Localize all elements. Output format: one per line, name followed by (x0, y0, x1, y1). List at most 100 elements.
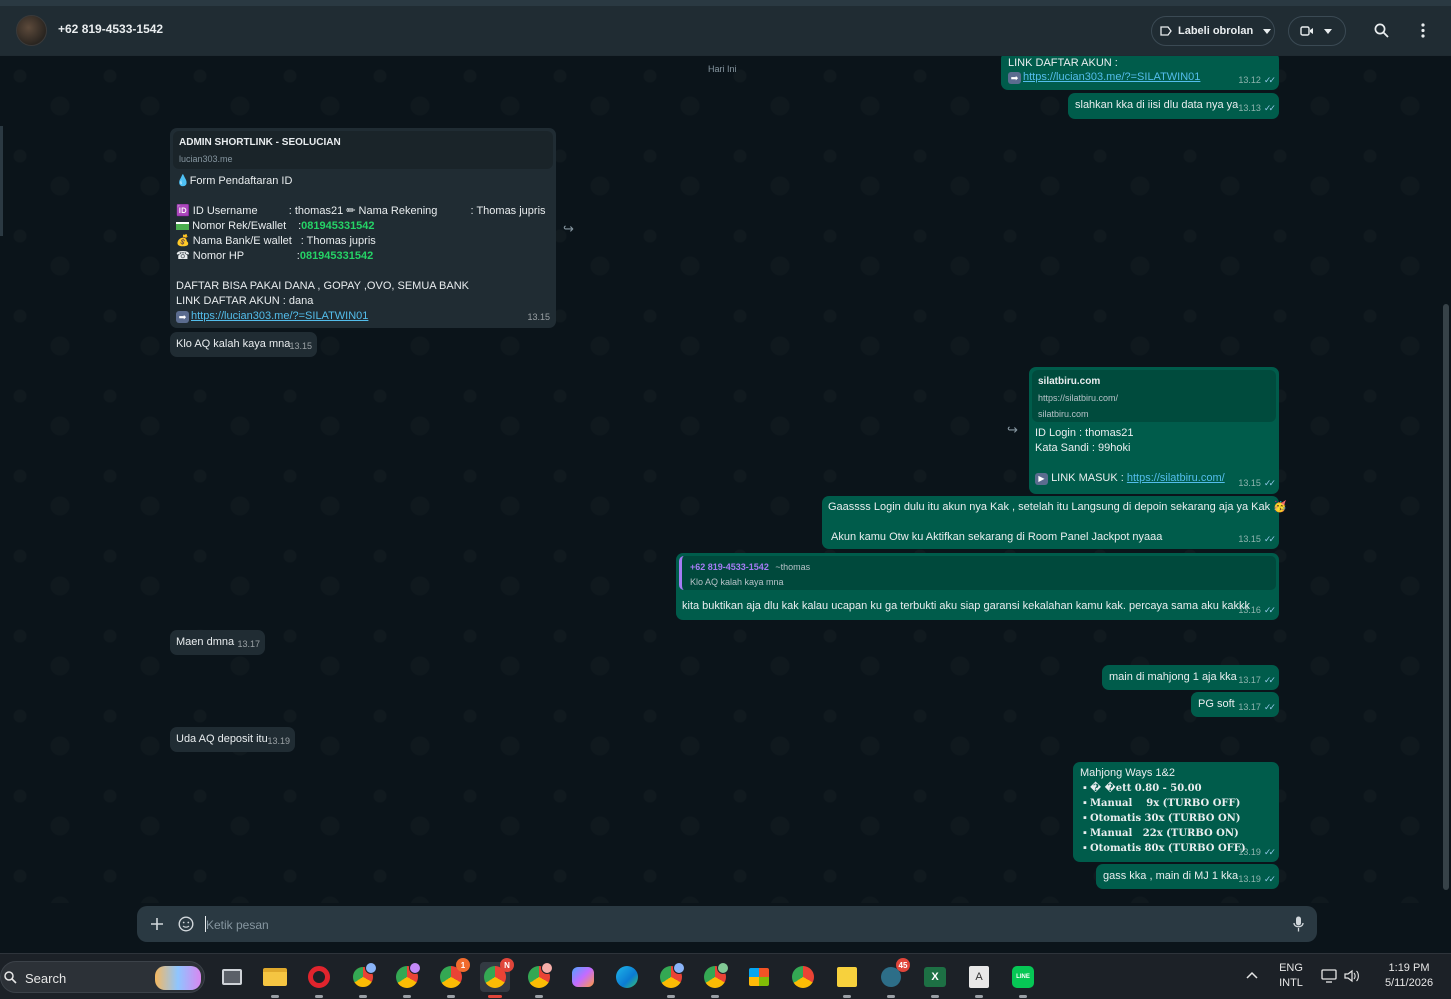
link-preview[interactable]: silatbiru.com https://silatbiru.com/ sil… (1032, 370, 1276, 422)
copilot-icon[interactable] (568, 962, 598, 992)
message-bubble-outgoing[interactable]: +62 819-4533-1542 ~thomas Klo AQ kalah k… (676, 553, 1279, 620)
chrome-profile-icon[interactable] (656, 962, 686, 998)
emoji-sticker-icon[interactable] (178, 916, 194, 932)
label-chat-button[interactable]: Labeli obrolan (1151, 16, 1275, 46)
language-code: ENG (1279, 962, 1303, 974)
video-camera-icon (1300, 26, 1313, 36)
forward-icon[interactable]: ↪ (563, 221, 574, 237)
chrome-profile-icon[interactable] (348, 962, 378, 998)
form-label: Nama Bank/E wallet (192, 235, 292, 247)
link-preview[interactable]: ADMIN SHORTLINK - SEOLUCIAN lucian303.me (173, 131, 553, 169)
dash-icon: ▪ (1083, 782, 1090, 794)
chrome-profile-icon[interactable] (392, 962, 422, 998)
message-bubble-outgoing[interactable]: slahkan kka di iisi dlu data nya ya 13.1… (1068, 93, 1279, 119)
app-icon[interactable]: 45 (876, 958, 910, 998)
forward-icon[interactable]: ↪ (1007, 422, 1018, 438)
message-link[interactable]: https://silatbiru.com/ (1127, 472, 1225, 484)
text-editor-icon[interactable]: A (964, 962, 994, 998)
composer-box: Ketik pesan (137, 906, 1317, 942)
pencil-icon: ✏ (346, 205, 356, 217)
link-preview-domain: lucian303.me (179, 154, 233, 164)
chrome-profile-icon[interactable] (700, 962, 730, 998)
chrome-profile-icon[interactable] (524, 962, 554, 998)
chat-scrollbar[interactable] (1443, 304, 1449, 890)
contact-name[interactable]: +62 819-4533-1542 (58, 22, 163, 36)
message-text: kita buktikan aja dlu kak kalau ucapan k… (682, 600, 1251, 612)
network-icon[interactable] (1321, 969, 1337, 983)
message-list[interactable]: Hari Ini LINK DAFTAR AKUN : ➡ https://lu… (0, 56, 1451, 903)
left-edge-bar (0, 126, 3, 236)
phone-number[interactable]: 081945331542 (300, 250, 373, 262)
message-bubble-outgoing[interactable]: silatbiru.com https://silatbiru.com/ sil… (1029, 367, 1279, 494)
message-time: 13.19 ✓✓ (1238, 847, 1276, 857)
read-ticks-icon: ✓✓ (1263, 103, 1276, 113)
phone-number[interactable]: 081945331542 (301, 220, 374, 232)
message-bubble-incoming[interactable]: Klo AQ kalah kaya mna 13.15 (170, 332, 317, 357)
language-indicator[interactable]: ENG INTL (1272, 962, 1310, 989)
video-call-button[interactable] (1288, 16, 1346, 46)
volume-icon[interactable] (1344, 969, 1360, 983)
notification-badge: 45 (896, 958, 910, 972)
read-ticks-icon: ✓✓ (1263, 605, 1276, 615)
message-input[interactable]: Ketik pesan (206, 918, 269, 932)
message-bubble-outgoing[interactable]: main di mahjong 1 aja kka 13.17 ✓✓ (1102, 665, 1279, 690)
excel-icon[interactable]: X (920, 962, 950, 998)
message-bubble-incoming[interactable]: Uda AQ deposit itu 13.19 (170, 727, 295, 752)
chrome-icon[interactable] (788, 962, 818, 992)
message-time: 13.19 ✓✓ (1238, 874, 1276, 884)
chevron-up-icon[interactable] (1246, 971, 1258, 979)
sticky-notes-icon[interactable] (832, 962, 862, 998)
message-bubble-incoming[interactable]: ADMIN SHORTLINK - SEOLUCIAN lucian303.me… (170, 128, 556, 328)
message-text: LINK DAFTAR AKUN : dana (176, 295, 314, 307)
chrome-active-icon[interactable]: N (480, 958, 514, 998)
phone-icon: ☎ (176, 250, 190, 262)
spin-row: Manual 22x (TURBO ON) (1089, 828, 1239, 839)
chrome-profile-icon[interactable]: 1 (436, 958, 470, 998)
message-bubble-outgoing[interactable]: gass kka , main di MJ 1 kka 13.19 ✓✓ (1096, 864, 1279, 889)
edge-icon[interactable] (612, 962, 642, 992)
system-clock[interactable]: 1:19 PM 5/11/2026 (1374, 962, 1444, 989)
message-link[interactable]: https://lucian303.me/?=SILATWIN01 (1023, 70, 1200, 85)
link-preview-domain: silatbiru.com (1038, 409, 1089, 419)
message-bubble-incoming[interactable]: Maen dmna 13.17 (170, 630, 265, 655)
message-bubble-outgoing[interactable]: Gaassss Login dulu itu akun nya Kak , se… (822, 496, 1287, 549)
message-text: LINK DAFTAR AKUN : (1008, 57, 1118, 69)
file-explorer-icon[interactable] (260, 962, 290, 998)
plus-icon[interactable] (151, 918, 163, 930)
more-options-icon[interactable] (1421, 23, 1425, 38)
task-view-icon[interactable] (217, 962, 247, 992)
clock-date: 5/11/2026 (1384, 977, 1434, 989)
contact-avatar[interactable] (16, 15, 47, 46)
taskbar-search[interactable]: Search (0, 961, 205, 993)
line-app-icon[interactable]: LINE (1008, 962, 1038, 998)
search-icon[interactable] (1374, 23, 1389, 38)
message-text: Maen dmna (176, 636, 235, 648)
link-preview-title: silatbiru.com (1038, 376, 1101, 387)
form-value: : thomas21 (288, 205, 344, 217)
quoted-message[interactable]: +62 819-4533-1542 ~thomas Klo AQ kalah k… (679, 556, 1276, 590)
dash-icon: ▪ (1083, 842, 1090, 854)
search-highlight-icon (155, 966, 201, 990)
message-text: Kata Sandi : 99hoki (1035, 442, 1131, 454)
dash-icon: ▪ (1083, 812, 1090, 824)
spin-row: Manual 9x (TURBO OFF) (1089, 798, 1241, 809)
arrow-right-icon: ➡ (176, 310, 189, 323)
chat-header: +62 819-4533-1542 Labeli obrolan (0, 6, 1451, 56)
link-preview-title: ADMIN SHORTLINK - SEOLUCIAN (179, 137, 341, 148)
microsoft-store-icon[interactable] (744, 962, 774, 992)
opera-icon[interactable] (304, 962, 334, 998)
message-bubble-outgoing[interactable]: PG soft 13.17 ✓✓ (1191, 692, 1279, 717)
whatsapp-window: +62 819-4533-1542 Labeli obrolan Hari In… (0, 0, 1451, 953)
microphone-icon[interactable] (1293, 916, 1304, 932)
message-bubble-outgoing[interactable]: LINK DAFTAR AKUN : ➡ https://lucian303.m… (1001, 56, 1279, 90)
money-bag-icon: 💰 (176, 235, 190, 247)
search-icon (4, 971, 17, 984)
taskbar-search-label: Search (25, 971, 67, 986)
read-ticks-icon: ✓✓ (1263, 75, 1276, 85)
message-bubble-outgoing[interactable]: Mahjong Ways 1&2 ▪ � �ett 0.80 - 50.00 ▪… (1073, 762, 1279, 862)
message-link[interactable]: https://lucian303.me/?=SILATWIN01 (191, 309, 368, 324)
keyboard-layout: INTL (1279, 977, 1303, 989)
message-text: ID Login : thomas21 (1035, 427, 1134, 439)
message-text: main di mahjong 1 aja kka (1109, 671, 1237, 683)
message-text: gass kka , main di MJ 1 kka (1103, 870, 1239, 882)
